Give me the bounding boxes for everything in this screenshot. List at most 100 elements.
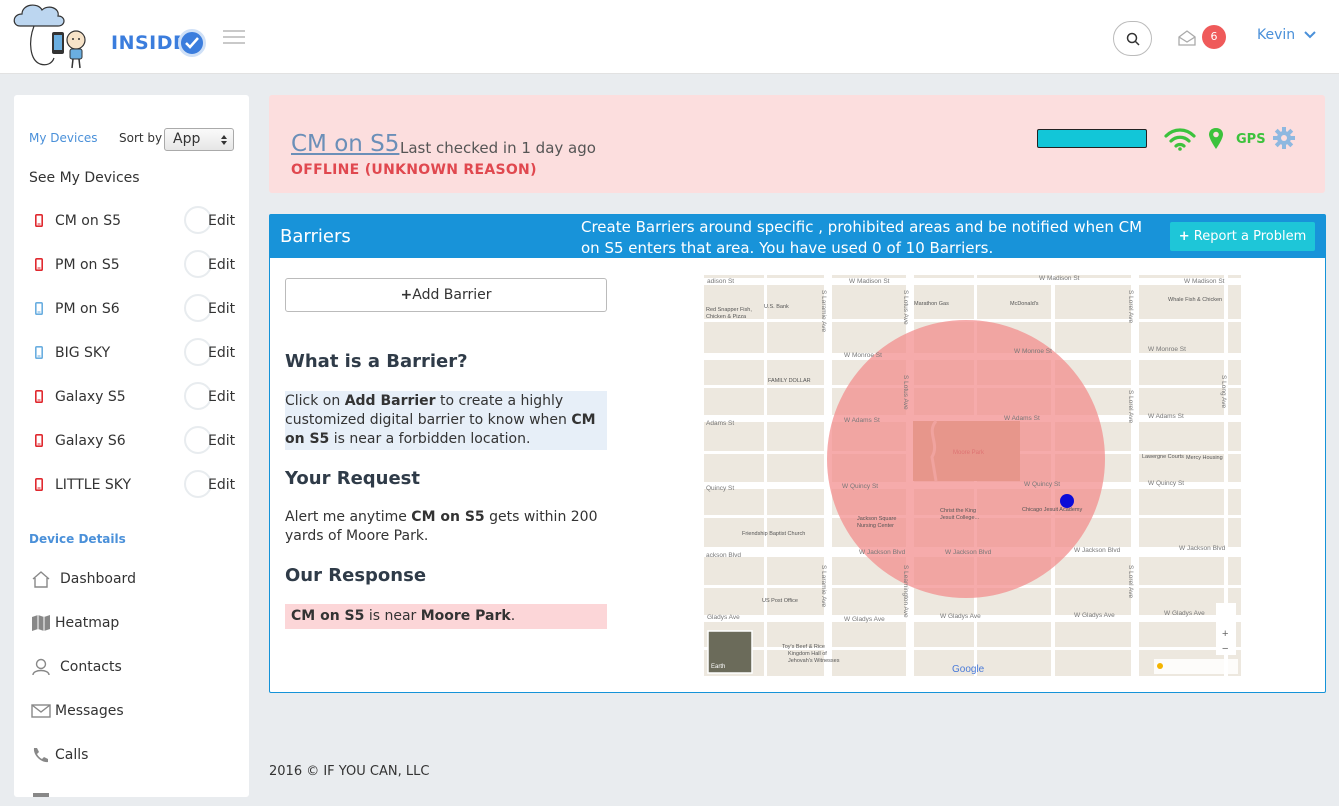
svg-text:S Lorel Ave: S Lorel Ave — [1127, 565, 1134, 599]
svg-text:W Jackson Blvd: W Jackson Blvd — [1179, 545, 1226, 552]
report-problem-label: Report a Problem — [1193, 229, 1307, 244]
svg-text:W Jackson Blvd: W Jackson Blvd — [1074, 547, 1121, 554]
phone-device-icon — [35, 258, 43, 271]
device-item[interactable]: Galaxy S5 Edit — [29, 382, 239, 412]
svg-text:Chicago Jesuit Academy: Chicago Jesuit Academy — [1022, 507, 1082, 513]
nav-messages-label: Messages — [55, 703, 124, 719]
barriers-description: Create Barriers around specific , prohib… — [581, 218, 1143, 257]
svg-text:W Quincy St: W Quincy St — [842, 483, 878, 490]
device-item[interactable]: BIG SKY Edit — [29, 338, 239, 368]
svg-text:W Monroe St: W Monroe St — [1148, 346, 1186, 353]
add-barrier-button[interactable]: +Add Barrier — [285, 278, 607, 312]
device-item[interactable]: Galaxy S6 Edit — [29, 426, 239, 456]
report-problem-button[interactable]: + Report a Problem — [1170, 222, 1315, 251]
edit-device-button[interactable]: Edit — [208, 433, 235, 449]
user-name: Kevin — [1257, 27, 1296, 43]
svg-text:Kingdom Hall of: Kingdom Hall of — [788, 651, 827, 657]
device-item[interactable]: CM on S5 Edit — [29, 206, 239, 236]
svg-text:Chicken & Pizza: Chicken & Pizza — [706, 314, 747, 320]
sidebar: My Devices Sort by App See My Devices CM… — [14, 95, 249, 797]
phone-device-icon — [35, 302, 43, 315]
svg-text:W Quincy St: W Quincy St — [1024, 481, 1060, 488]
svg-text:FAMILY DOLLAR: FAMILY DOLLAR — [768, 378, 811, 384]
sort-by-label: Sort by — [119, 131, 163, 145]
svg-text:Red Snapper Fish,: Red Snapper Fish, — [706, 307, 752, 313]
svg-text:W Gladys Ave: W Gladys Ave — [1074, 612, 1115, 619]
svg-text:W Madison St: W Madison St — [849, 278, 890, 285]
map-icon — [32, 615, 50, 631]
phone-device-icon — [35, 478, 43, 491]
edit-device-button[interactable]: Edit — [208, 389, 235, 405]
barrier-map[interactable]: Moore Park adison St W Madison St W Madi… — [704, 275, 1241, 676]
gear-icon[interactable] — [1272, 126, 1296, 150]
svg-text:McDonald's: McDonald's — [1010, 301, 1039, 307]
svg-text:Google: Google — [952, 664, 985, 675]
edit-device-button[interactable]: Edit — [208, 345, 235, 361]
svg-text:U.S. Bank: U.S. Bank — [764, 304, 789, 310]
device-title-link[interactable]: CM on S5 — [291, 131, 399, 157]
calendar-icon — [33, 793, 49, 797]
nav-heatmap-label: Heatmap — [55, 615, 120, 631]
svg-text:W Madison St: W Madison St — [1039, 275, 1080, 282]
svg-text:W Quincy St: W Quincy St — [1148, 480, 1184, 487]
phone-icon — [33, 748, 48, 763]
svg-text:S Laramie Ave: S Laramie Ave — [820, 290, 827, 333]
edit-device-button[interactable]: Edit — [208, 213, 235, 229]
nav-item-cutoff[interactable] — [29, 788, 239, 797]
hamburger-menu-icon[interactable] — [223, 30, 245, 46]
device-item[interactable]: PM on S6 Edit — [29, 294, 239, 324]
nav-heatmap[interactable]: Heatmap — [29, 612, 239, 636]
svg-text:W Jackson Blvd: W Jackson Blvd — [859, 549, 906, 556]
svg-text:US Post Office: US Post Office — [762, 598, 798, 604]
device-name: Galaxy S5 — [55, 389, 126, 405]
svg-text:S Laramie Ave: S Laramie Ave — [820, 565, 827, 608]
svg-text:W Adams St: W Adams St — [1004, 415, 1040, 422]
nav-contacts[interactable]: Contacts — [29, 656, 239, 680]
my-devices-link[interactable]: My Devices — [29, 131, 98, 145]
device-item[interactable]: LITTLE SKY Edit — [29, 470, 239, 500]
device-name: BIG SKY — [55, 345, 111, 361]
what-is-barrier-heading: What is a Barrier? — [285, 351, 468, 372]
device-name: PM on S5 — [55, 257, 120, 273]
svg-text:Friendship Baptist Church: Friendship Baptist Church — [742, 531, 805, 537]
our-response-heading: Our Response — [285, 565, 427, 586]
svg-text:Toy's Beef & Rice: Toy's Beef & Rice — [782, 644, 825, 650]
svg-text:S Long Ave: S Long Ave — [1220, 375, 1227, 409]
nav-dashboard[interactable]: Dashboard — [29, 568, 239, 592]
phone-device-icon — [35, 390, 43, 403]
user-menu[interactable]: Kevin — [1257, 27, 1316, 43]
device-name: PM on S6 — [55, 301, 120, 317]
sort-select[interactable]: App — [164, 128, 234, 151]
edit-device-button[interactable]: Edit — [208, 257, 235, 273]
see-my-devices-link[interactable]: See My Devices — [29, 170, 140, 186]
inbox-icon[interactable] — [1178, 30, 1196, 50]
svg-text:W Adams St: W Adams St — [844, 417, 880, 424]
location-pin-icon — [1209, 128, 1223, 149]
chevron-down-icon — [1303, 31, 1316, 39]
svg-text:S Lotus Ave: S Lotus Ave — [902, 290, 909, 325]
nav-messages[interactable]: Messages — [29, 700, 239, 724]
svg-text:W Gladys Ave: W Gladys Ave — [940, 613, 981, 620]
search-icon — [1126, 32, 1140, 46]
status-bar — [1037, 129, 1147, 148]
sort-select-value: App — [173, 131, 201, 147]
svg-text:Jackson Square: Jackson Square — [857, 516, 896, 522]
svg-text:Quincy St: Quincy St — [706, 485, 734, 492]
svg-text:W Adams St: W Adams St — [1148, 413, 1184, 420]
nav-calls[interactable]: Calls — [29, 744, 239, 768]
svg-text:S Lotus Ave: S Lotus Ave — [902, 375, 909, 410]
svg-text:W Gladys Ave: W Gladys Ave — [1164, 610, 1205, 617]
user-icon — [32, 658, 50, 676]
our-response-text: CM on S5 is near Moore Park. — [285, 604, 607, 629]
what-is-barrier-text: Click on Add Barrier to create a highly … — [285, 391, 607, 450]
edit-device-button[interactable]: Edit — [208, 301, 235, 317]
add-barrier-label: Add Barrier — [412, 287, 492, 303]
search-button[interactable] — [1113, 21, 1152, 56]
notification-badge: 6 — [1202, 25, 1226, 49]
device-details-heading: Device Details — [29, 532, 126, 546]
svg-text:Adams St: Adams St — [706, 420, 734, 427]
device-item[interactable]: PM on S5 Edit — [29, 250, 239, 280]
svg-text:Lawergne Courts: Lawergne Courts — [1142, 454, 1184, 460]
gps-label: GPS — [1236, 132, 1266, 147]
edit-device-button[interactable]: Edit — [208, 477, 235, 493]
